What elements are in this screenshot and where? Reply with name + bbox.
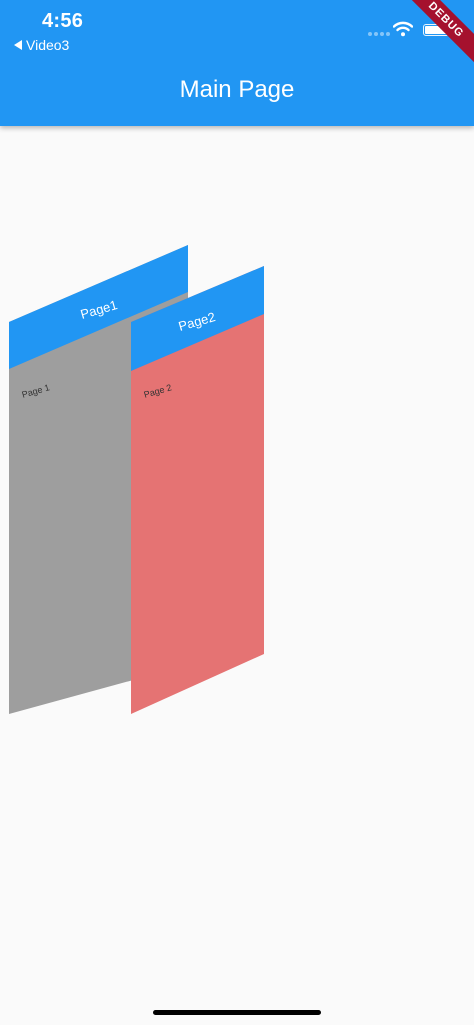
cellular-signal-icon [368, 32, 390, 36]
page-title: Main Page [179, 76, 295, 103]
back-app-label: Video3 [26, 37, 70, 53]
status-time: 4:56 [42, 10, 84, 32]
screen: 4:56 Video3 DEBUG Main Page Page1 Page 1 [0, 0, 474, 1025]
back-arrow-icon [14, 40, 22, 50]
back-to-app-link[interactable]: Video3 [14, 37, 69, 53]
page-card-2[interactable]: Page2 Page 2 [131, 266, 264, 714]
page-cards-stack: Page1 Page 1 Page2 Page 2 [9, 245, 264, 714]
wifi-icon [393, 21, 413, 37]
app-bar: 4:56 Video3 DEBUG Main Page [0, 0, 474, 126]
